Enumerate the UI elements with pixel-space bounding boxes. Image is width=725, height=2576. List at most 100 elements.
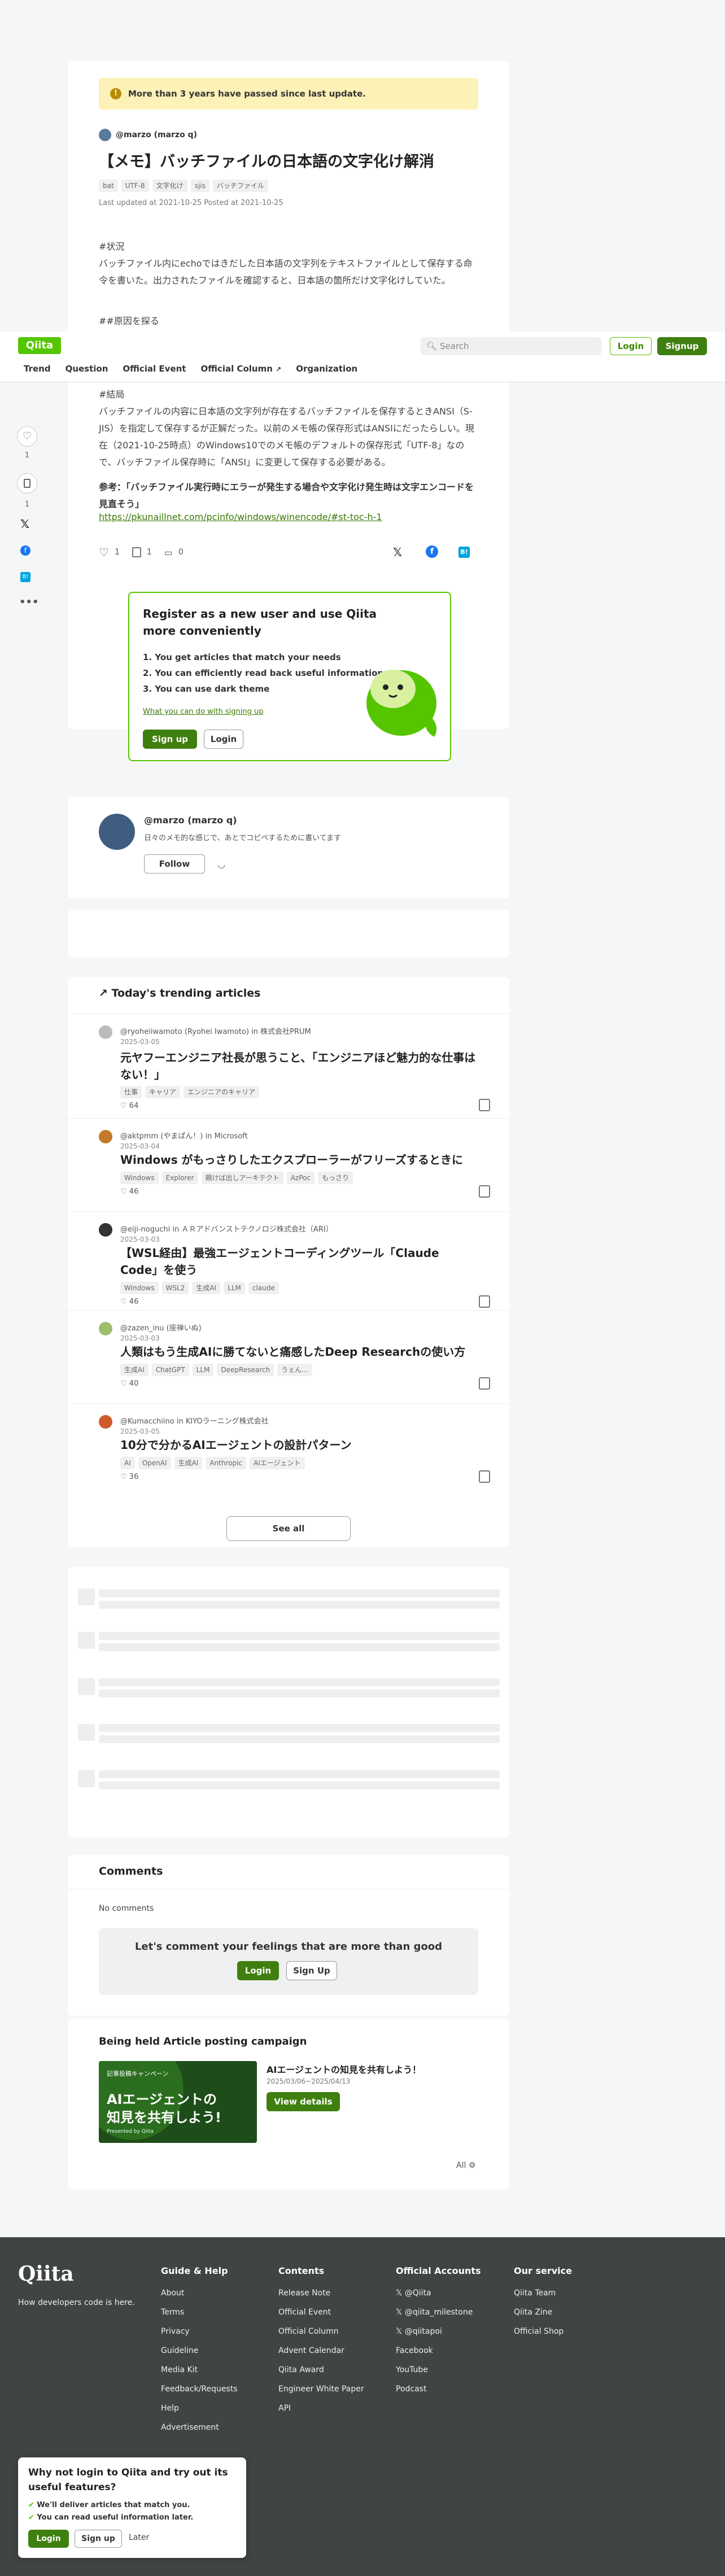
- comment-login-button[interactable]: Login: [237, 1961, 279, 1980]
- trending-author[interactable]: @Kumacchiino in KIYOラーニング株式会社: [120, 1415, 269, 1426]
- tag[interactable]: sjis: [190, 180, 209, 192]
- author-avatar[interactable]: [99, 129, 111, 141]
- nav-organization[interactable]: Organization: [296, 364, 357, 374]
- footer-link[interactable]: 𝕏 @qiitapoi: [396, 2327, 481, 2346]
- tag[interactable]: 生成AI: [120, 1364, 149, 1376]
- tag[interactable]: DeepResearch: [217, 1364, 274, 1376]
- trending-article-title[interactable]: 人類はもう生成AIに勝てないと痛感したDeep Researchの使い方: [120, 1343, 476, 1360]
- popup-signup-button[interactable]: Sign up: [75, 2530, 122, 2548]
- footer-link[interactable]: YouTube: [396, 2365, 481, 2385]
- trending-article[interactable]: @aktpmm (やまぱん！) in Microsoft 2025-03-04 …: [68, 1118, 509, 1211]
- footer-link[interactable]: Official Column: [278, 2327, 364, 2346]
- stock-icon[interactable]: [479, 1099, 490, 1111]
- footer-link[interactable]: Qiita Team: [514, 2289, 572, 2308]
- tag[interactable]: LLM: [192, 1364, 214, 1376]
- tag[interactable]: WSL2: [161, 1282, 189, 1294]
- tag[interactable]: claude: [248, 1282, 279, 1294]
- trending-author-avatar[interactable]: [99, 1415, 112, 1429]
- trending-author[interactable]: @aktpmm (やまぱん！) in Microsoft: [120, 1130, 248, 1141]
- header-login-button[interactable]: Login: [610, 337, 652, 355]
- tag[interactable]: キャリア: [145, 1086, 181, 1098]
- profile-avatar[interactable]: [99, 814, 135, 850]
- header-signup-button[interactable]: Signup: [657, 337, 707, 355]
- tag[interactable]: Windows: [120, 1172, 159, 1184]
- footer-link[interactable]: Official Event: [278, 2308, 364, 2327]
- stock-icon[interactable]: [17, 473, 37, 494]
- tag[interactable]: 文字化け: [152, 180, 187, 192]
- campaign-all-link[interactable]: All ⚙: [456, 2161, 475, 2170]
- footer-link[interactable]: API: [278, 2404, 364, 2423]
- side-x-icon[interactable]: 𝕏: [20, 517, 29, 531]
- footer-logo[interactable]: Qiita: [18, 2262, 74, 2286]
- tag[interactable]: 親けば出しアーキテクト: [201, 1172, 283, 1184]
- tag[interactable]: AzPoc: [286, 1172, 315, 1184]
- trending-author-avatar[interactable]: [99, 1223, 112, 1237]
- tag[interactable]: エンジニアのキャリア: [184, 1086, 260, 1098]
- tag[interactable]: Explorer: [161, 1172, 198, 1184]
- article-author[interactable]: @marzo (marzo q): [99, 129, 197, 141]
- comment-icon[interactable]: ▭: [164, 547, 173, 558]
- register-login-button[interactable]: Login: [204, 730, 243, 749]
- trending-article-title[interactable]: 元ヤフーエンジニア社長が思うこと、「エンジニアほど魅力的な仕事はない！」: [120, 1049, 476, 1083]
- tag[interactable]: 仕事: [120, 1086, 142, 1098]
- trending-article[interactable]: @Kumacchiino in KIYOラーニング株式会社 2025-03-05…: [68, 1403, 509, 1494]
- side-stock[interactable]: 1: [17, 473, 37, 509]
- follow-button[interactable]: Follow: [144, 854, 205, 874]
- trending-article[interactable]: @ryoheiiwamoto (Ryohei Iwamoto) in 株式会社P…: [68, 1014, 509, 1118]
- footer-link[interactable]: Engineer White Paper: [278, 2385, 364, 2404]
- popup-later-button[interactable]: Later: [129, 2533, 149, 2542]
- tag[interactable]: 生成AI: [192, 1282, 221, 1294]
- nav-question[interactable]: Question: [65, 364, 108, 374]
- footer-link[interactable]: Podcast: [396, 2385, 481, 2404]
- trending-author-avatar[interactable]: [99, 1130, 112, 1143]
- tag[interactable]: AI: [120, 1457, 135, 1469]
- share-facebook-icon[interactable]: f: [426, 545, 438, 558]
- campaign-banner-image[interactable]: 記事投稿キャンペーン AIエージェントの 知見を共有しよう! Presented…: [99, 2061, 257, 2143]
- reference-link[interactable]: https://pkunaillnet.com/pcinfo/windows/w…: [99, 512, 382, 522]
- tag[interactable]: ChatGPT: [151, 1364, 189, 1376]
- footer-link[interactable]: Qiita Zine: [514, 2308, 572, 2327]
- signup-info-link[interactable]: What you can do with signing up: [143, 708, 263, 716]
- trending-author[interactable]: @ryoheiiwamoto (Ryohei Iwamoto) in 株式会社P…: [120, 1025, 311, 1036]
- footer-link[interactable]: Advertisement: [161, 2423, 238, 2442]
- tag[interactable]: AIエージェント: [250, 1457, 305, 1469]
- author-name[interactable]: @marzo (marzo q): [116, 130, 197, 139]
- tag[interactable]: UTF-8: [121, 180, 149, 192]
- rss-icon[interactable]: ◡: [217, 859, 225, 870]
- side-facebook-icon[interactable]: f: [20, 545, 30, 556]
- campaign-name[interactable]: AIエージェントの知見を共有しよう！: [267, 2062, 421, 2076]
- tag[interactable]: 生成AI: [174, 1457, 203, 1469]
- footer-link[interactable]: Qiita Award: [278, 2365, 364, 2385]
- tag[interactable]: もっさり: [318, 1172, 353, 1184]
- popup-login-button[interactable]: Login: [28, 2530, 69, 2548]
- footer-link[interactable]: Terms: [161, 2308, 238, 2327]
- like-icon[interactable]: ♡: [17, 426, 37, 447]
- trending-author[interactable]: @zazen_inu (座禅いぬ): [120, 1322, 202, 1333]
- footer-link[interactable]: Feedback/Requests: [161, 2385, 238, 2404]
- share-hatena-icon[interactable]: B!: [458, 547, 470, 558]
- see-all-button[interactable]: See all: [226, 1516, 351, 1541]
- nav-official-column[interactable]: Official Column ↗: [200, 364, 281, 374]
- trending-article[interactable]: @zazen_inu (座禅いぬ) 2025-03-03 人類はもう生成AIに勝…: [68, 1310, 509, 1403]
- footer-link[interactable]: 𝕏 @qiita_milestone: [396, 2308, 481, 2327]
- footer-link[interactable]: Help: [161, 2404, 238, 2423]
- stock-icon[interactable]: [132, 547, 141, 557]
- trending-author-avatar[interactable]: [99, 1025, 112, 1039]
- qiita-logo[interactable]: Qiita: [18, 337, 61, 354]
- footer-link[interactable]: Privacy: [161, 2327, 238, 2346]
- share-x-icon[interactable]: 𝕏: [393, 545, 402, 559]
- trending-article-title[interactable]: 10分で分かるAIエージェントの設計パターン: [120, 1437, 476, 1453]
- trending-article-title[interactable]: 【WSL経由】最強エージェントコーディングツール「Claude Code」を使う: [120, 1245, 476, 1278]
- footer-link[interactable]: About: [161, 2289, 238, 2308]
- search-input[interactable]: 🔍︎ Search: [421, 337, 601, 355]
- tag[interactable]: OpenAI: [138, 1457, 171, 1469]
- tag[interactable]: バッチファイル: [212, 180, 268, 192]
- view-details-button[interactable]: View details: [267, 2092, 340, 2111]
- footer-link[interactable]: Advent Calendar: [278, 2346, 364, 2365]
- profile-name[interactable]: @marzo (marzo q): [144, 815, 237, 826]
- tag[interactable]: bat: [99, 180, 118, 192]
- trending-author[interactable]: @eiji-noguchi in ＡＲアドバンストテクノロジ株式会社（ARI）: [120, 1223, 333, 1234]
- footer-link[interactable]: Media Kit: [161, 2365, 238, 2385]
- register-signup-button[interactable]: Sign up: [143, 730, 197, 749]
- tag[interactable]: うぇん...: [277, 1364, 312, 1376]
